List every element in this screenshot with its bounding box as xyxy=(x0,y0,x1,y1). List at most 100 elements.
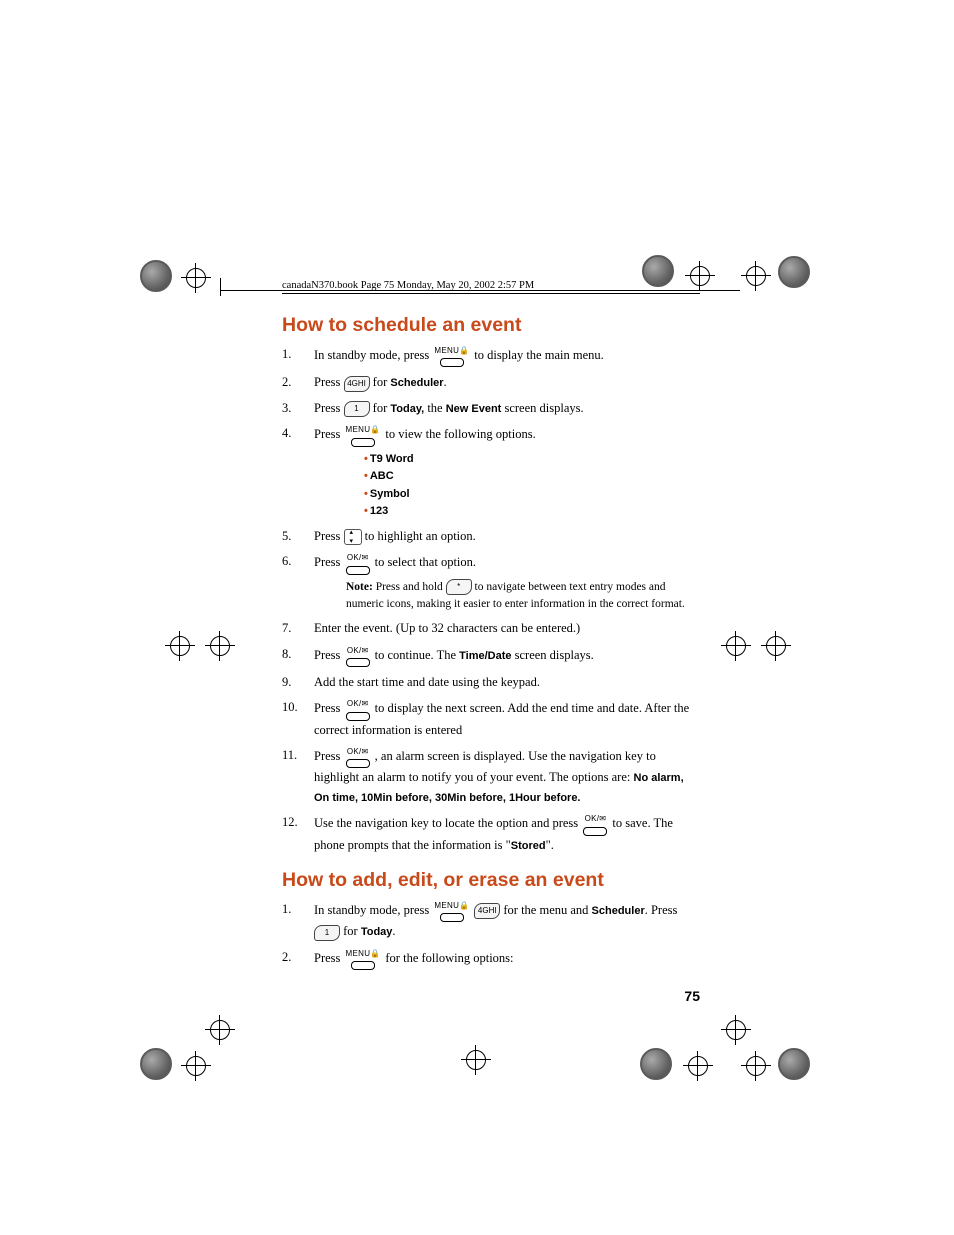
step: Press OK/✉ , an alarm screen is displaye… xyxy=(282,746,700,807)
menu-key-icon: MENU🔒 xyxy=(346,948,381,970)
ok-key-icon: OK/✉ xyxy=(346,746,370,768)
text: to view the following options. xyxy=(385,427,535,441)
menu-key-icon: MENU🔒 xyxy=(346,424,381,446)
step: Press MENU🔒 to view the following option… xyxy=(282,424,700,521)
step: Enter the event. (Up to 32 characters ca… xyxy=(282,619,700,638)
text: for xyxy=(343,924,361,938)
text: Press xyxy=(314,375,344,389)
crosshair-icon xyxy=(186,268,206,288)
regmark-icon xyxy=(140,260,172,292)
text: to highlight an option. xyxy=(365,529,476,543)
step: Press MENU🔒 for the following options: xyxy=(282,948,700,970)
crosshair-icon xyxy=(726,636,746,656)
text: to continue. The xyxy=(375,648,459,662)
text: screen displays. xyxy=(501,401,583,415)
step: Press OK/✉ to continue. The Time/Date sc… xyxy=(282,645,700,667)
text: Press xyxy=(314,951,344,965)
ok-key-icon: OK/✉ xyxy=(346,552,370,574)
text: Press xyxy=(314,529,344,543)
regmark-icon xyxy=(778,256,810,288)
bold-text: Scheduler xyxy=(592,905,645,917)
bold-text: New Event xyxy=(446,403,502,415)
text: for the following options: xyxy=(385,951,513,965)
text: Press xyxy=(314,749,344,763)
text: for the menu and xyxy=(503,903,591,917)
bold-text: Scheduler xyxy=(390,377,443,389)
text: Press xyxy=(314,555,344,569)
step: Press 1 for Today, the New Event screen … xyxy=(282,399,700,418)
section-title-schedule: How to schedule an event xyxy=(282,314,700,337)
crosshair-icon xyxy=(766,636,786,656)
step: Add the start time and date using the ke… xyxy=(282,673,700,692)
crosshair-icon xyxy=(186,1056,206,1076)
ok-key-icon: OK/✉ xyxy=(583,813,607,835)
text: the xyxy=(424,401,446,415)
keypad-1-icon: 1 xyxy=(344,401,370,417)
bullet-item: •ABC xyxy=(364,468,700,486)
crosshair-icon xyxy=(466,1050,486,1070)
text: Press xyxy=(314,401,344,415)
text: screen displays. xyxy=(512,648,594,662)
bullet-item: •123 xyxy=(364,503,700,521)
crosshair-icon xyxy=(210,1020,230,1040)
step: In standby mode, press MENU🔒 to display … xyxy=(282,345,700,367)
keypad-4-icon: 4GHI xyxy=(474,903,500,919)
crosshair-icon xyxy=(170,636,190,656)
text: Enter the event. (Up to 32 characters ca… xyxy=(314,621,580,635)
regmark-icon xyxy=(140,1048,172,1080)
menu-key-icon: MENU🔒 xyxy=(434,345,469,367)
crosshair-icon xyxy=(210,636,230,656)
text: to display the next screen. Add the end … xyxy=(314,701,689,736)
text: to display the main menu. xyxy=(474,348,604,362)
crosshair-icon xyxy=(746,266,766,286)
steps-list-2: In standby mode, press MENU🔒 4GHI for th… xyxy=(282,900,700,970)
text: . xyxy=(444,375,447,389)
step: Use the navigation key to locate the opt… xyxy=(282,813,700,855)
text: for xyxy=(373,375,391,389)
step: Press OK/✉ to display the next screen. A… xyxy=(282,698,700,740)
page-header: canadaN370.book Page 75 Monday, May 20, … xyxy=(282,280,700,294)
menu-key-icon: MENU🔒 xyxy=(434,900,469,922)
page-number: 75 xyxy=(282,988,700,1004)
text: Press xyxy=(314,701,344,715)
step: Press to highlight an option. xyxy=(282,527,700,546)
text: to select that option. xyxy=(375,555,476,569)
text: In standby mode, press xyxy=(314,348,432,362)
note-label: Note: xyxy=(346,581,373,593)
ok-key-icon: OK/✉ xyxy=(346,698,370,720)
text: ". xyxy=(546,838,554,852)
bullet-item: •Symbol xyxy=(364,486,700,504)
text: for xyxy=(373,401,391,415)
text: . xyxy=(392,924,395,938)
step: In standby mode, press MENU🔒 4GHI for th… xyxy=(282,900,700,942)
keypad-1-icon: 1 xyxy=(314,925,340,941)
nav-key-icon xyxy=(344,529,362,545)
bold-text: Today, xyxy=(390,403,424,415)
crosshair-icon xyxy=(746,1056,766,1076)
crosshair-icon xyxy=(726,1020,746,1040)
text: Use the navigation key to locate the opt… xyxy=(314,816,581,830)
text: In standby mode, press xyxy=(314,903,432,917)
regmark-icon xyxy=(778,1048,810,1080)
text: Press and hold xyxy=(373,581,446,593)
regmark-icon xyxy=(640,1048,672,1080)
step: Press OK/✉ to select that option. Note: … xyxy=(282,552,700,613)
step: Press 4GHI for Scheduler. xyxy=(282,373,700,392)
crosshair-icon xyxy=(688,1056,708,1076)
note-block: Note: Press and hold * to navigate betwe… xyxy=(346,579,700,614)
bold-text: Time/Date xyxy=(459,650,511,662)
steps-list-1: In standby mode, press MENU🔒 to display … xyxy=(282,345,700,855)
text: Press xyxy=(314,648,344,662)
keypad-4-icon: 4GHI xyxy=(344,376,370,392)
bullet-list: •T9 Word •ABC •Symbol •123 xyxy=(364,451,700,521)
crop-line xyxy=(220,278,221,296)
keypad-star-icon: * xyxy=(446,579,472,595)
bold-text: Stored xyxy=(511,840,546,852)
bold-text: Today xyxy=(361,926,393,938)
ok-key-icon: OK/✉ xyxy=(346,645,370,667)
text: Press xyxy=(314,427,344,441)
page-content: canadaN370.book Page 75 Monday, May 20, … xyxy=(282,280,700,1004)
section-title-edit: How to add, edit, or erase an event xyxy=(282,869,700,892)
text: Add the start time and date using the ke… xyxy=(314,675,540,689)
text: . Press xyxy=(645,903,678,917)
